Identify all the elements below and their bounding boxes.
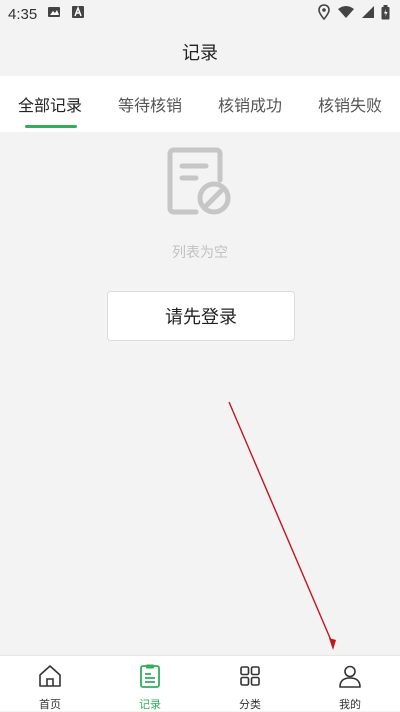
wifi-icon (337, 5, 355, 23)
image-notification-icon (47, 5, 61, 23)
empty-list-message: 列表为空 (172, 245, 228, 261)
login-button-label: 请先登录 (165, 307, 237, 328)
tab-verification-success[interactable]: 核销成功 (200, 76, 300, 132)
nav-label: 记录 (139, 698, 161, 711)
nav-item-profile[interactable]: 我的 (300, 656, 400, 712)
status-time: 4:35 (8, 5, 38, 23)
location-icon (317, 4, 331, 24)
tab-label: 核销失败 (317, 96, 382, 115)
category-icon (237, 663, 263, 693)
tab-label: 等待核销 (117, 96, 182, 115)
record-icon (137, 663, 163, 693)
profile-icon (337, 663, 363, 693)
home-icon (37, 663, 63, 693)
nav-item-records[interactable]: 记录 (100, 656, 200, 712)
nav-label: 我的 (339, 698, 361, 711)
nav-label: 首页 (39, 698, 61, 711)
signal-icon (361, 5, 375, 23)
record-tabs: 全部记录 等待核销 核销成功 核销失败 (0, 76, 400, 132)
nav-item-category[interactable]: 分类 (200, 656, 300, 712)
tab-all-records[interactable]: 全部记录 (0, 76, 100, 132)
page-header: 记录 (0, 28, 400, 76)
app-notification-icon (71, 5, 85, 23)
bottom-navigation: 首页 记录 分类 我的 (0, 655, 400, 711)
tab-label: 全部记录 (17, 96, 82, 115)
nav-item-home[interactable]: 首页 (0, 656, 100, 712)
tab-pending-verification[interactable]: 等待核销 (100, 76, 200, 132)
status-bar: 4:35 (0, 0, 400, 28)
nav-label: 分类 (239, 698, 261, 711)
login-button[interactable]: 请先登录 (107, 291, 295, 341)
page-title: 记录 (182, 43, 218, 64)
tab-label: 核销成功 (217, 96, 282, 115)
battery-icon (381, 4, 390, 24)
tab-verification-failed[interactable]: 核销失败 (300, 76, 400, 132)
empty-list-icon (166, 146, 234, 218)
active-tab-indicator (25, 125, 77, 128)
